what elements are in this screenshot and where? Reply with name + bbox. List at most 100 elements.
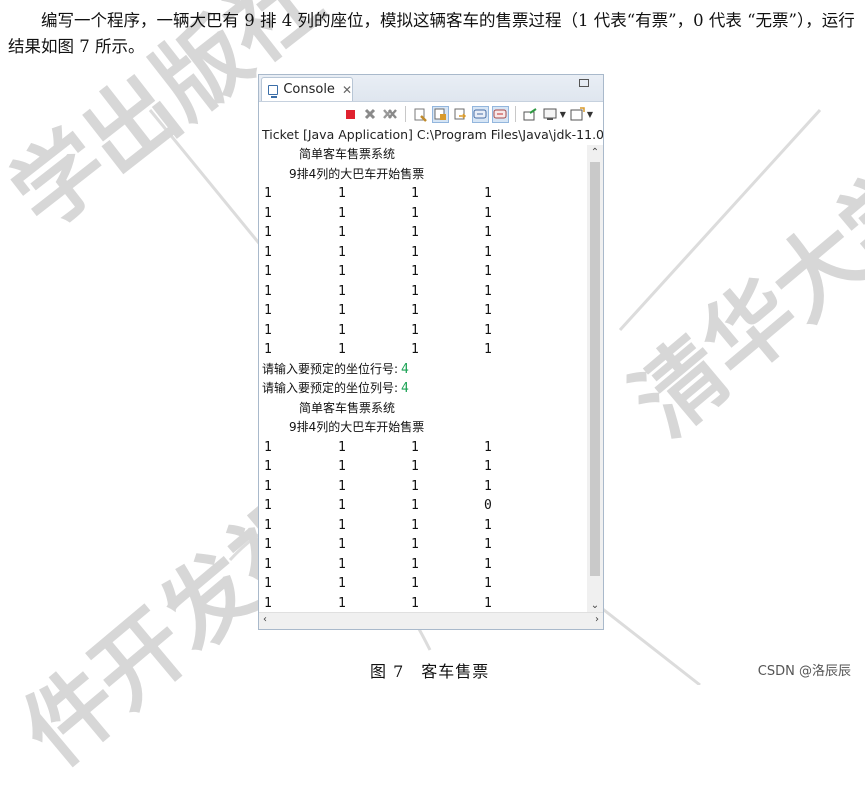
seat-cell: 1 xyxy=(411,439,419,455)
seat-cell: 1 xyxy=(411,556,419,572)
table-row: 1 1 1 1 xyxy=(259,477,587,497)
prompt-col-line: 请输入要预定的坐位列号: 4 xyxy=(259,379,587,399)
seat-cell: 1 xyxy=(411,517,419,533)
launch-description: Ticket [Java Application] C:\Program Fil… xyxy=(262,127,603,142)
seat-cell: 1 xyxy=(264,576,272,591)
seat-cell: 1 xyxy=(338,576,346,591)
seat-cell: 1 xyxy=(411,459,419,474)
seat-cell: 1 xyxy=(264,537,272,552)
seat-cell: 1 xyxy=(338,205,346,221)
remove-all-icon[interactable] xyxy=(382,106,399,123)
seat-cell: 1 xyxy=(338,439,346,455)
seat-cell: 1 xyxy=(411,537,419,552)
seat-cell: 1 xyxy=(484,517,492,533)
seat-cell: 1 xyxy=(411,186,419,201)
seat-cell: 1 xyxy=(411,478,419,494)
show-on-error-icon[interactable] xyxy=(491,105,509,123)
user-input-value: 4 xyxy=(401,361,409,377)
scrollbar-thumb[interactable] xyxy=(590,162,600,576)
chevron-up-icon[interactable]: ⌃ xyxy=(587,147,603,158)
seat-cell: 1 xyxy=(484,556,492,572)
console-icon xyxy=(268,84,279,98)
seat-cell: 1 xyxy=(264,186,272,201)
vertical-scrollbar[interactable]: ⌃ ⌄ xyxy=(587,145,603,613)
seat-cell: 1 xyxy=(411,303,419,318)
seat-cell: 1 xyxy=(484,595,492,611)
chevron-right-icon[interactable]: › xyxy=(595,614,599,625)
chevron-down-icon[interactable]: ▼ xyxy=(560,110,566,119)
output-title: 简单客车售票系统 xyxy=(299,147,396,161)
seat-cell: 1 xyxy=(338,478,346,494)
output-title: 简单客车售票系统 xyxy=(299,400,396,415)
table-row: 1 1 1 0 xyxy=(259,496,587,516)
table-row: 1 1 1 1 xyxy=(259,340,587,360)
console-tab-label: Console xyxy=(283,82,335,97)
seat-cell: 1 xyxy=(264,322,272,338)
clear-console-icon[interactable] xyxy=(412,106,429,123)
chevron-down-icon[interactable]: ▼ xyxy=(587,110,593,119)
table-row: 1 1 1 1 xyxy=(259,321,587,341)
seat-cell: 1 xyxy=(411,498,419,513)
seat-cell: 1 xyxy=(264,303,272,318)
seat-cell: 1 xyxy=(338,342,346,357)
seat-cell: 1 xyxy=(411,576,419,591)
seat-cell: 1 xyxy=(484,205,492,221)
chevron-down-icon[interactable]: ⌄ xyxy=(587,600,603,611)
seat-cell: 1 xyxy=(338,225,346,240)
seat-cell: 1 xyxy=(484,576,492,591)
remove-launch-icon[interactable] xyxy=(362,106,379,123)
seat-cell: 1 xyxy=(484,439,492,455)
console-view: Console ✕ ▼ ▼ Ticket [Java Application] … xyxy=(258,74,604,630)
seat-cell: 1 xyxy=(338,595,346,611)
user-input-value: 4 xyxy=(401,381,409,396)
close-icon[interactable]: ✕ xyxy=(342,83,352,97)
prompt-text: 请输入要预定的坐位行号: xyxy=(262,361,399,376)
word-wrap-icon[interactable] xyxy=(452,106,469,123)
pin-console-icon[interactable] xyxy=(522,106,539,123)
seat-cell: 1 xyxy=(338,244,346,260)
toolbar-separator xyxy=(514,106,516,122)
display-console-icon[interactable] xyxy=(542,106,559,123)
table-row: 1 1 1 1 xyxy=(259,301,587,321)
horizontal-scrollbar[interactable]: ‹ › xyxy=(259,612,603,629)
seat-cell: 1 xyxy=(338,264,346,279)
seat-cell: 1 xyxy=(484,264,492,279)
seat-cell: 1 xyxy=(264,556,272,572)
show-on-output-icon[interactable] xyxy=(471,105,489,123)
scroll-lock-icon[interactable] xyxy=(431,105,449,123)
seat-cell: 1 xyxy=(264,205,272,221)
seat-cell: 1 xyxy=(338,459,346,474)
seat-cell: 1 xyxy=(264,595,272,611)
seat-cell: 1 xyxy=(484,342,492,357)
seat-cell: 1 xyxy=(338,537,346,552)
console-output[interactable]: 简单客车售票系统 9排4列的大巴车开始售票 1 1 1 1 1 1 1 1 1 1 1 1 1 1 1 1 1 1 1 1… xyxy=(259,145,587,613)
seat-cell: 1 xyxy=(338,283,346,299)
prompt-text: 请输入要预定的坐位列号: xyxy=(262,381,399,395)
table-row: 1 1 1 1 xyxy=(259,555,587,575)
table-row: 1 1 1 1 xyxy=(259,262,587,282)
seat-cell: 1 xyxy=(411,595,419,611)
prompt-row-line: 请输入要预定的坐位行号: 4 xyxy=(259,360,587,380)
seat-cell: 1 xyxy=(264,459,272,474)
seat-cell: 1 xyxy=(264,439,272,455)
table-row: 1 1 1 1 xyxy=(259,204,587,224)
open-console-icon[interactable] xyxy=(569,106,586,123)
console-tab[interactable]: Console ✕ xyxy=(261,77,353,101)
seat-cell: 1 xyxy=(338,517,346,533)
table-row: 1 1 1 1 xyxy=(259,457,587,477)
seat-cell: 1 xyxy=(411,322,419,338)
terminate-icon[interactable] xyxy=(342,106,359,123)
restore-icon[interactable] xyxy=(579,79,589,87)
seat-cell: 1 xyxy=(411,264,419,279)
chevron-left-icon[interactable]: ‹ xyxy=(263,614,267,625)
table-row: 1 1 1 1 xyxy=(259,282,587,302)
credit-text: CSDN @洛辰辰 xyxy=(757,664,851,679)
table-row: 1 1 1 1 xyxy=(259,574,587,594)
seat-cell: 1 xyxy=(484,244,492,260)
seat-cell: 1 xyxy=(411,342,419,357)
instruction-paragraph: 编写一个程序，一辆大巴有 9 排 4 列的座位，模拟这辆客车的售票过程（1 代表… xyxy=(8,11,855,56)
table-row: 1 1 1 1 xyxy=(259,184,587,204)
figure-caption: 图 7 客车售票 xyxy=(370,662,490,681)
seat-cell: 1 xyxy=(338,556,346,572)
seat-cell: 1 xyxy=(264,498,272,513)
